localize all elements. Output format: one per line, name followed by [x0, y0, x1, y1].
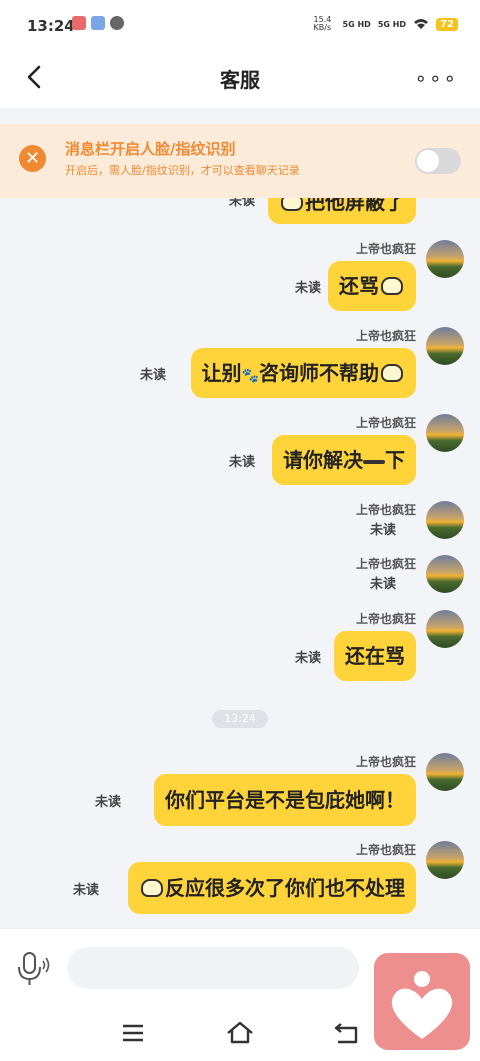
unread-label: 未读: [140, 368, 167, 383]
avatar[interactable]: [426, 555, 464, 593]
unread-label: 未读: [369, 577, 396, 592]
sender-name: 上帝也疯狂: [355, 557, 416, 571]
message-bubble[interactable]: 你们平台是不是包庇她啊！: [154, 774, 416, 826]
avatar[interactable]: [426, 414, 464, 452]
wifi-icon: [414, 19, 429, 29]
key-emoji-icon: [363, 459, 385, 464]
mic-icon[interactable]: [16, 949, 50, 987]
unread-label: 未读: [295, 281, 322, 296]
more-icon[interactable]: ∘∘∘: [414, 66, 458, 90]
avatar[interactable]: [426, 327, 464, 365]
sender-name: 上帝也疯狂: [355, 503, 416, 517]
app-notification-icon: [91, 16, 105, 30]
chat-screen: 13:24 15.4 KB/s 5G HD 5G HD 72 客服 ∘∘∘ ✕ …: [0, 0, 480, 1061]
message-text: 还在骂: [345, 644, 405, 668]
message-bubble[interactable]: 让别🐾咨询师不帮助: [190, 348, 416, 398]
message-text: 请你解决: [283, 448, 363, 472]
avatar[interactable]: [426, 610, 464, 648]
face-id-toggle[interactable]: [415, 148, 461, 174]
sender-name: 上帝也疯狂: [355, 329, 416, 343]
nav-bar: 客服 ∘∘∘: [0, 52, 480, 102]
sim2-signal: 5G HD: [377, 19, 407, 29]
security-banner: ✕ 消息栏开启人脸/指纹识别 开启后，需人脸/指纹识别，才可以查看聊天记录: [0, 124, 480, 198]
avatar[interactable]: [426, 753, 464, 791]
unread-label: 未读: [295, 651, 322, 666]
sender-name: 上帝也疯狂: [355, 843, 416, 857]
sim1-signal: 5G HD: [342, 19, 371, 29]
message-list[interactable]: ✕ 消息栏开启人脸/指纹识别 开启后，需人脸/指纹识别，才可以查看聊天记录 未读…: [0, 108, 480, 928]
message-text: 还骂: [339, 274, 379, 298]
sender-name: 上帝也疯狂: [355, 416, 416, 430]
cat-emoji-icon: [381, 276, 403, 295]
message-input[interactable]: [67, 947, 359, 989]
menu-icon[interactable]: [118, 1018, 148, 1048]
page-title: 客服: [220, 68, 260, 92]
floating-heart-button[interactable]: [374, 953, 470, 1050]
message-bubble[interactable]: 还骂: [328, 261, 416, 311]
sender-name: 上帝也疯狂: [355, 755, 416, 769]
heart-icon: [391, 971, 453, 1039]
banner-title: 消息栏开启人脸/指纹识别: [65, 140, 236, 158]
message-text: 让别: [201, 361, 242, 385]
unread-label: 未读: [73, 883, 100, 898]
status-app-icons: [72, 16, 124, 30]
battery-indicator: 72: [436, 17, 458, 31]
sender-name: 上帝也疯狂: [355, 612, 416, 626]
home-icon[interactable]: [225, 1018, 255, 1048]
message-text: 咨询师不帮助: [259, 361, 379, 385]
avatar[interactable]: [426, 240, 464, 278]
banner-subtitle: 开启后，需人脸/指纹识别，才可以查看聊天记录: [65, 164, 300, 177]
unread-label: 未读: [95, 795, 122, 810]
wechat-icon: [110, 16, 124, 30]
status-time: 13:24: [27, 17, 75, 35]
sender-name: 上帝也疯狂: [355, 242, 416, 256]
cat-emoji-icon: [141, 878, 163, 897]
message-bubble[interactable]: 反应很多次了你们也不处理: [128, 862, 416, 914]
message-text: 下: [385, 448, 405, 472]
cat-emoji-icon: [381, 363, 403, 382]
app-notification-icon: [72, 16, 86, 30]
time-divider: 13:24: [212, 710, 268, 728]
toggle-knob: [417, 150, 439, 172]
avatar[interactable]: [426, 501, 464, 539]
return-icon[interactable]: [332, 1018, 362, 1048]
message-bubble[interactable]: 还在骂: [334, 631, 416, 681]
message-bubble[interactable]: 请你解决下: [272, 435, 416, 485]
unread-label: 未读: [229, 455, 256, 470]
net-speed: 15.4 KB/s: [313, 15, 332, 32]
close-icon[interactable]: ✕: [19, 145, 46, 172]
avatar[interactable]: [426, 841, 464, 879]
status-bar: 13:24 15.4 KB/s 5G HD 5G HD 72: [0, 0, 480, 52]
paw-emoji-icon: 🐾: [241, 368, 259, 384]
unread-label: 未读: [369, 523, 396, 538]
message-text: 反应很多次了你们也不处理: [165, 876, 405, 900]
message-text: 你们平台是不是包庇她啊！: [165, 788, 405, 812]
status-indicators: 15.4 KB/s 5G HD 5G HD 72: [314, 16, 458, 32]
